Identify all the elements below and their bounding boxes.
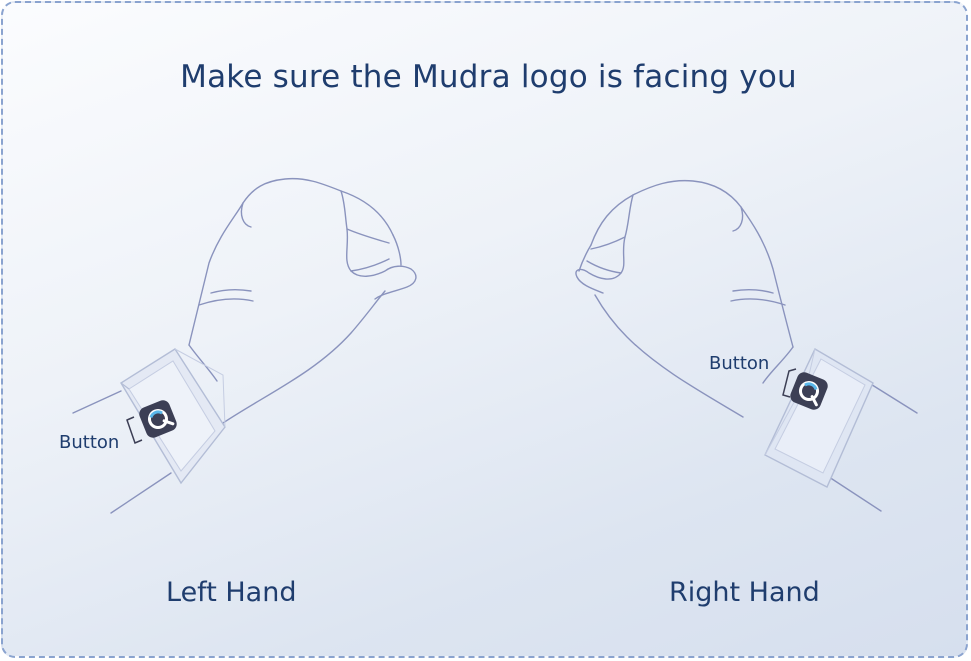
left-button-label: Button [59,432,120,453]
right-wristband [764,348,874,488]
right-hand-label: Right Hand [669,577,820,608]
instruction-panel: Make sure the Mudra logo is facing you B… [1,1,968,658]
right-button-label: Button [709,353,770,374]
right-hand-illustration [575,179,918,512]
left-hand-label: Left Hand [166,577,297,608]
left-wristband [120,348,226,485]
hands-illustration [72,177,918,514]
left-hand-illustration [72,177,417,514]
left-button-bracket-icon [126,416,143,445]
